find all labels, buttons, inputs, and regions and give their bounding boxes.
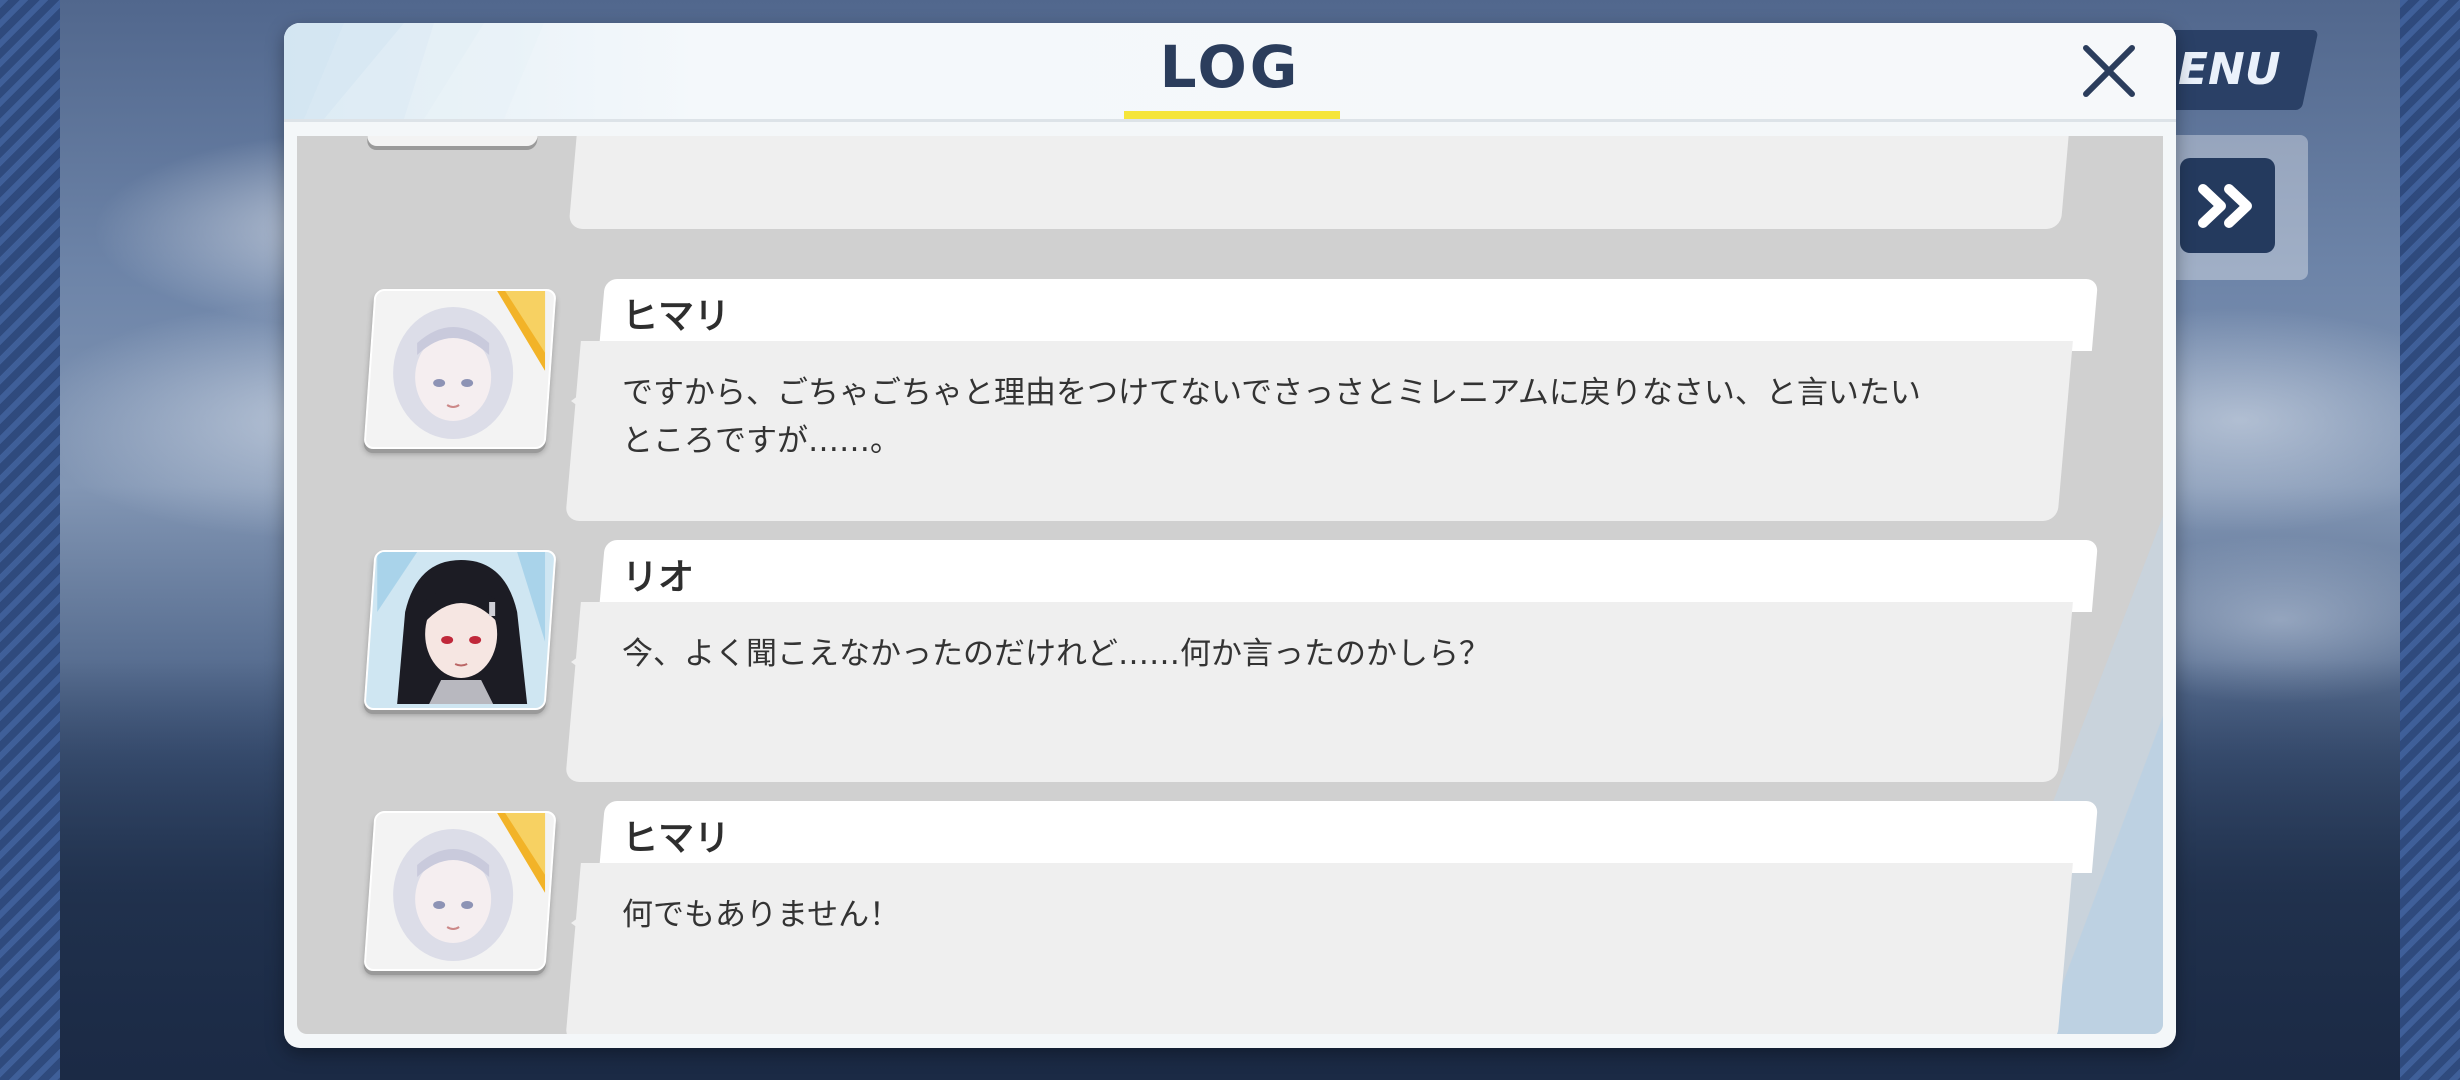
title-underline [1124, 111, 1340, 119]
log-entry: リオ 今、よく聞こえなかったのだけれど……何か言ったのかしら？ [297, 540, 2163, 785]
speaker-name: リオ [622, 557, 695, 598]
message-pointer [571, 907, 593, 939]
message-text: ですから、ごちゃごちゃと理由をつけてないでさっさとミレニアムに戻りなさい、と言い… [622, 369, 1922, 465]
message-line: ですから、ごちゃごちゃと理由をつけてないでさっさとミレニアムに戻りなさい、と言い… [622, 375, 1921, 411]
double-chevron-right-icon [2197, 183, 2252, 228]
message-pointer [571, 385, 593, 417]
log-entry-partial [297, 136, 2163, 239]
avatar-himari [363, 811, 557, 971]
message-line: ところですが……。 [622, 423, 901, 459]
log-scroll-area[interactable]: ヒマリ ですから、ごちゃごちゃと理由をつけてないでさっさとミレニアムに戻りなさい… [297, 136, 2163, 1034]
avatar [366, 136, 542, 146]
message-line: 何でもありません！ [622, 897, 901, 933]
menu-button[interactable]: ENU [2151, 30, 2319, 110]
right-stripe-border [2400, 0, 2460, 1080]
message-line: 今、よく聞こえなかったのだけれど……何か言ったのかしら？ [622, 636, 1490, 672]
message-body [568, 136, 2070, 229]
message-text: 何でもありません！ [622, 891, 1922, 939]
message-text: 今、よく聞こえなかったのだけれど……何か言ったのかしら？ [622, 630, 1922, 678]
skip-button[interactable] [2180, 158, 2275, 253]
log-dialog-header: LOG [284, 23, 2176, 122]
message-body [565, 602, 2073, 782]
log-entry: ヒマリ 何でもありません！ [297, 801, 2163, 1034]
avatar-rio [363, 550, 557, 710]
avatar-himari [363, 289, 557, 449]
log-dialog: LOG ヒマリ ですから、ごちゃごちゃと理由をつけてないでさっさとミレニアムに戻… [284, 23, 2176, 1048]
game-screen: ENU LOG ヒマリ ですから、ごちゃごちゃと理由をつけてないでさっさとミレニ… [0, 0, 2460, 1080]
log-entry: ヒマリ ですから、ごちゃごちゃと理由をつけてないでさっさとミレニアムに戻りなさい… [297, 279, 2163, 524]
log-title: LOG [1159, 33, 1301, 101]
left-stripe-border [0, 0, 60, 1080]
message-pointer [571, 646, 593, 678]
speaker-name: ヒマリ [622, 818, 731, 859]
close-icon [2083, 45, 2135, 97]
menu-label: ENU [2178, 44, 2281, 95]
close-button[interactable] [2078, 40, 2140, 102]
message-body [565, 863, 2073, 1034]
speaker-name: ヒマリ [622, 296, 731, 337]
